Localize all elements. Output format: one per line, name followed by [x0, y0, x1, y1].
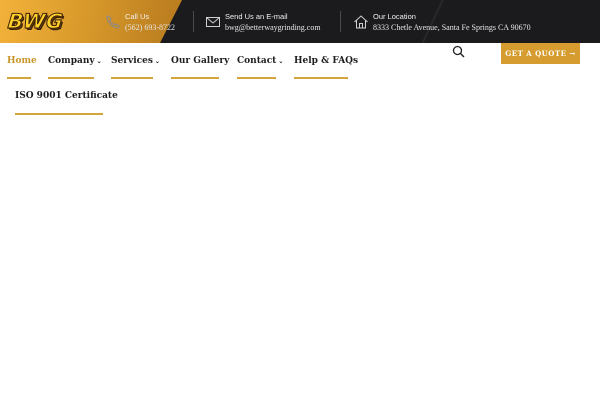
envelope-icon — [205, 14, 221, 30]
chevron-down-icon: ⌄ — [278, 58, 284, 65]
address[interactable]: 8333 Chetle Avenue, Santa Fe Springs CA … — [373, 22, 531, 33]
nav-label: Services — [111, 56, 153, 66]
nav-underline — [7, 77, 31, 79]
nav-label: Help & FAQs — [294, 56, 359, 66]
divider — [340, 11, 341, 32]
nav-underline — [294, 77, 348, 79]
contact-call[interactable]: Call Us (562) 693-8722 — [105, 0, 175, 43]
search-icon[interactable] — [452, 45, 465, 58]
home-icon — [353, 14, 369, 30]
email-address[interactable]: bwg@betterwaygrinding.com — [225, 22, 321, 33]
nav-item-home[interactable]: Home — [7, 43, 37, 79]
nav-item-company[interactable]: Company ⌄ — [48, 43, 102, 79]
contact-email[interactable]: Send Us an E-mail bwg@betterwaygrinding.… — [205, 0, 321, 43]
phone-icon — [105, 14, 121, 30]
phone-number[interactable]: (562) 693-8722 — [125, 22, 175, 33]
nav-underline — [171, 77, 219, 79]
chevron-down-icon: ⌄ — [154, 58, 160, 65]
contact-location[interactable]: Our Location 8333 Chetle Avenue, Santa F… — [353, 0, 531, 43]
site-logo[interactable]: BWG — [6, 9, 65, 34]
nav-item-help[interactable]: Help & FAQs — [294, 43, 358, 79]
nav-label: Contact — [237, 56, 277, 66]
nav-label: Home — [7, 56, 37, 66]
submenu-underline — [15, 113, 103, 115]
get-quote-button[interactable]: GET A QUOTE → — [501, 43, 580, 64]
call-label: Call Us — [125, 11, 150, 21]
nav-item-gallery[interactable]: Our Gallery — [171, 43, 229, 79]
divider — [193, 11, 194, 32]
location-label: Our Location — [373, 11, 416, 21]
chevron-down-icon: ⌄ — [96, 58, 102, 65]
nav-underline — [48, 77, 94, 79]
top-bar: BWG Call Us (562) 693-8722 Send Us an E-… — [0, 0, 600, 43]
nav-item-services[interactable]: Services ⌄ — [111, 43, 160, 79]
submenu-item-iso-certificate[interactable]: ISO 9001 Certificate — [15, 91, 118, 101]
email-label: Send Us an E-mail — [225, 11, 288, 21]
nav-underline — [237, 77, 276, 79]
nav-label: Our Gallery — [171, 56, 230, 66]
nav-item-contact[interactable]: Contact ⌄ — [237, 43, 283, 79]
nav-label: Company — [48, 56, 95, 66]
nav-underline — [111, 77, 153, 79]
